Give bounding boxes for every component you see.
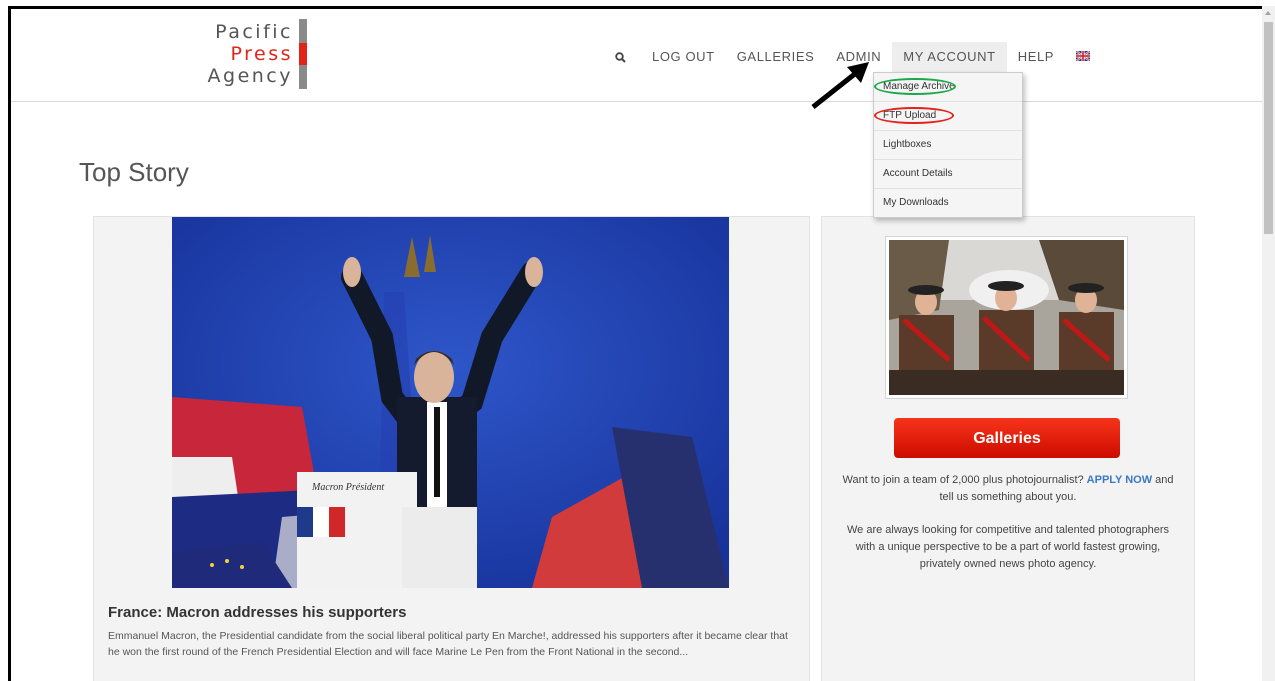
top-story-card: Macron Président France: Macron addresse… xyxy=(93,216,810,681)
join-text: Want to join a team of 2,000 plus photoj… xyxy=(842,472,1174,506)
browser-viewport: Pacific Press Agency LOG OUT GALLERIES A… xyxy=(8,6,1273,681)
story-summary: Emmanuel Macron, the Presidential candid… xyxy=(108,630,788,658)
logo-line-1: Pacific xyxy=(215,21,293,43)
scroll-up-arrow-icon[interactable] xyxy=(1265,11,1271,15)
logo-bar xyxy=(299,19,307,43)
top-story-photo[interactable]: Macron Président xyxy=(172,217,729,588)
language-selector[interactable] xyxy=(1065,42,1101,72)
nav-my-account[interactable]: MY ACCOUNT xyxy=(892,42,1007,72)
page-title: Top Story xyxy=(79,157,189,187)
site-header: Pacific Press Agency LOG OUT GALLERIES A… xyxy=(11,9,1266,102)
sidebar-card: Galleries Want to join a team of 2,000 p… xyxy=(821,216,1195,681)
galleries-photo[interactable] xyxy=(885,236,1128,399)
pacific-press-logo[interactable]: Pacific Press Agency xyxy=(197,19,307,91)
galleries-button[interactable]: Galleries xyxy=(894,418,1120,458)
logo-bar xyxy=(299,43,307,65)
search-icon[interactable] xyxy=(611,42,641,72)
annotation-arrow-icon xyxy=(811,62,869,109)
highlight-ring-green xyxy=(874,78,956,95)
logo-line-2: Press xyxy=(230,43,293,65)
menu-ftp-upload[interactable]: FTP Upload xyxy=(874,102,1022,131)
nav-help[interactable]: HELP xyxy=(1007,42,1065,72)
menu-manage-archive[interactable]: Manage Archive xyxy=(874,73,1022,102)
nav-logout[interactable]: LOG OUT xyxy=(641,42,726,72)
scroll-thumb[interactable] xyxy=(1264,22,1273,234)
recruit-text: We are always looking for competitive an… xyxy=(846,524,1170,570)
logo-bar xyxy=(299,65,307,89)
podium-sign: Macron Président xyxy=(311,482,384,493)
menu-lightboxes[interactable]: Lightboxes xyxy=(874,131,1022,160)
join-text-before: Want to join a team of 2,000 plus photoj… xyxy=(842,474,1087,486)
menu-account-details[interactable]: Account Details xyxy=(874,160,1022,189)
my-account-dropdown: Manage Archive FTP Upload Lightboxes Acc… xyxy=(873,72,1023,218)
menu-my-downloads[interactable]: My Downloads xyxy=(874,189,1022,217)
story-headline[interactable]: France: Macron addresses his supporters xyxy=(108,604,406,621)
apply-now-link[interactable]: APPLY NOW xyxy=(1087,474,1152,486)
uk-flag-icon xyxy=(1076,50,1091,61)
logo-line-3: Agency xyxy=(207,65,293,87)
vertical-scrollbar[interactable] xyxy=(1262,6,1275,681)
highlight-ring-red xyxy=(874,107,954,124)
